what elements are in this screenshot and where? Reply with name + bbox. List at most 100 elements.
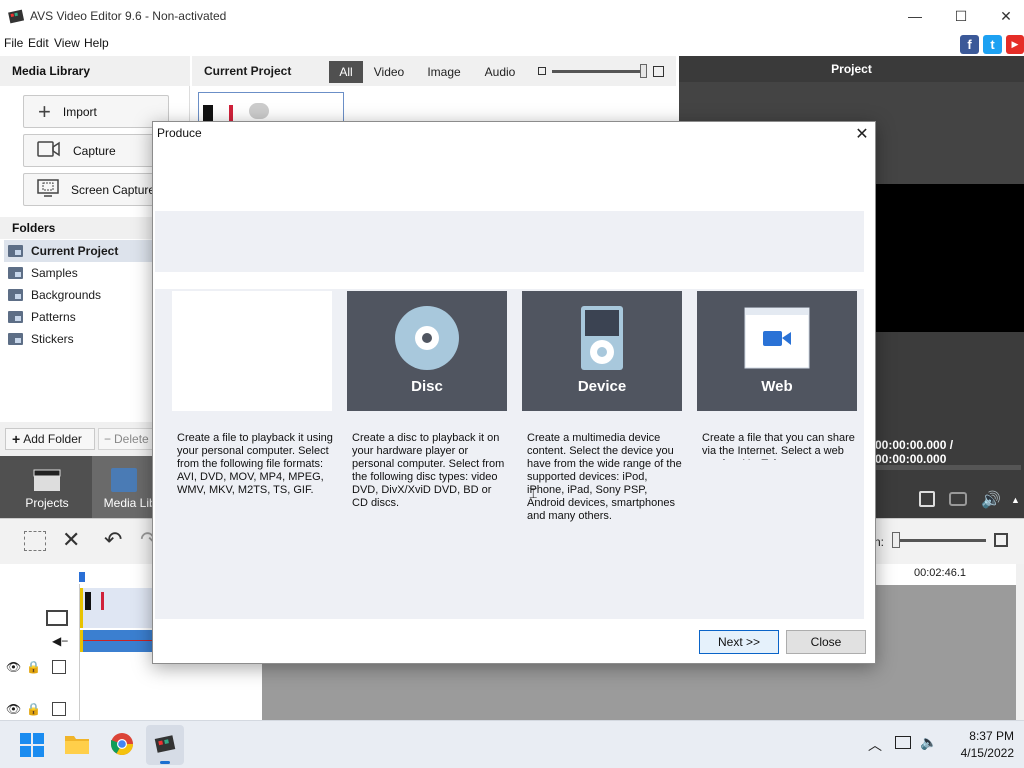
- volume-icon[interactable]: 🔊: [981, 490, 1001, 510]
- filter-tab-image[interactable]: Image: [422, 61, 466, 83]
- dialog-close-icon[interactable]: ✕: [851, 124, 873, 144]
- thumbnail-stripe: [229, 105, 233, 121]
- eye-icon[interactable]: 👁: [6, 660, 21, 674]
- import-button[interactable]: + Import: [23, 95, 169, 128]
- zoom-slider[interactable]: [896, 539, 986, 542]
- option-tile-device[interactable]: Device: [522, 291, 682, 411]
- audio-waveform: [83, 640, 153, 641]
- clip-stripe: [101, 592, 104, 610]
- thumb-large-icon[interactable]: [653, 66, 664, 77]
- thumbnail-size-slider[interactable]: [552, 70, 644, 73]
- close-window-button[interactable]: ✕: [983, 0, 1024, 32]
- maximize-button[interactable]: ☐: [938, 0, 984, 32]
- twitter-icon[interactable]: t: [983, 35, 1002, 54]
- menu-view[interactable]: View: [54, 36, 80, 50]
- folder-label: Patterns: [31, 310, 76, 324]
- capture-label: Capture: [73, 143, 116, 158]
- option-description-web: Create a file that you can share via the…: [702, 432, 855, 460]
- slider-handle[interactable]: [640, 64, 647, 78]
- delete-label: Delete: [114, 432, 149, 446]
- snapshot-icon[interactable]: [949, 492, 967, 506]
- filter-tab-video[interactable]: Video: [369, 61, 409, 83]
- audio-clip[interactable]: [80, 630, 153, 652]
- folder-backgrounds[interactable]: Backgrounds: [4, 284, 154, 306]
- filter-tab-all[interactable]: All: [329, 61, 363, 83]
- delete-folder-button[interactable]: − Delete: [98, 428, 158, 450]
- window-title: AVS Video Editor 9.6 - Non-activated: [30, 9, 227, 23]
- thumb-small-icon[interactable]: [538, 67, 546, 75]
- facebook-icon[interactable]: f: [960, 35, 979, 54]
- dialog-band-divider: [155, 272, 864, 289]
- filter-tab-audio[interactable]: Audio: [480, 61, 520, 83]
- zoom-slider-handle[interactable]: [892, 532, 900, 548]
- folder-label: Backgrounds: [31, 288, 102, 302]
- youtube-icon[interactable]: ▶: [1006, 35, 1024, 54]
- clock-time[interactable]: 8:37 PM: [950, 729, 1014, 743]
- folder-icon: [8, 333, 23, 345]
- volume-dropdown-icon[interactable]: ▲: [1011, 495, 1020, 505]
- option-description-disc: Create a disc to playback it on your har…: [352, 432, 505, 509]
- minimize-button[interactable]: —: [892, 0, 938, 32]
- clock-date[interactable]: 4/15/2022: [940, 746, 1014, 760]
- menu-edit[interactable]: Edit: [28, 36, 49, 50]
- option-description-device: Create a multimedia device content. Sele…: [527, 432, 682, 522]
- folder-current-project[interactable]: Current Project: [4, 240, 154, 262]
- fit-timeline-icon[interactable]: [994, 533, 1008, 547]
- overlay-track-icon: [52, 702, 66, 716]
- screen-capture-label: Screen Capture: [71, 182, 156, 197]
- screen-capture-icon: [37, 179, 59, 200]
- option-label-web: Web: [761, 378, 793, 395]
- windows-start-icon[interactable]: [20, 733, 44, 757]
- audio-track-icon[interactable]: ◀−: [52, 634, 68, 648]
- fullscreen-icon[interactable]: [919, 491, 935, 507]
- speaker-icon[interactable]: 🔈: [920, 734, 937, 751]
- preview-time: 00:00:00.000 / 00:00:00.000: [875, 438, 954, 466]
- nav-media-library[interactable]: Media Libra: [92, 456, 156, 518]
- lock-icon[interactable]: 🔒: [26, 660, 41, 674]
- menu-help[interactable]: Help: [84, 36, 109, 50]
- nav-media-library-label: Media Libra: [103, 496, 156, 510]
- folder-stickers[interactable]: Stickers: [4, 328, 154, 350]
- lock-icon-2[interactable]: 🔒: [26, 702, 41, 716]
- screen-capture-button[interactable]: Screen Capture: [23, 173, 169, 206]
- eye-icon-2[interactable]: 👁: [6, 702, 21, 716]
- folder-samples[interactable]: Samples: [4, 262, 154, 284]
- avs-taskbar-button[interactable]: [146, 725, 184, 765]
- camera-icon: [37, 141, 61, 160]
- folder-icon: [8, 245, 23, 257]
- folder-patterns[interactable]: Patterns: [4, 306, 154, 328]
- taskbar: ︿ 🔈 8:37 PM 4/15/2022: [0, 720, 1024, 768]
- option-tile-computer[interactable]: [172, 291, 332, 411]
- close-button[interactable]: Close: [786, 630, 866, 654]
- timeline-scrollbar[interactable]: [1016, 564, 1024, 720]
- menu-bar: File Edit View Help: [0, 32, 1024, 54]
- chrome-icon[interactable]: [110, 732, 134, 756]
- nav-projects[interactable]: Projects: [2, 456, 92, 518]
- capture-button[interactable]: Capture: [23, 134, 169, 167]
- mouse-cursor-icon: ⌶: [529, 485, 538, 501]
- option-tile-web[interactable]: Web: [697, 291, 857, 411]
- undo-icon[interactable]: ↶: [104, 527, 122, 553]
- project-clip-thumbnail[interactable]: [198, 92, 344, 122]
- title-bar: AVS Video Editor 9.6 - Non-activated — ☐…: [0, 0, 1024, 32]
- storyboard-icon[interactable]: [24, 531, 46, 551]
- folder-icon: [8, 289, 23, 301]
- next-button[interactable]: Next >>: [699, 630, 779, 654]
- video-clip[interactable]: [80, 588, 152, 628]
- clapperboard-icon: [33, 469, 61, 491]
- option-tile-disc[interactable]: Disc: [347, 291, 507, 411]
- option-label-device: Device: [577, 378, 627, 395]
- produce-dialog: Produce ✕ Disc Device Web Create a file …: [152, 121, 876, 664]
- menu-file[interactable]: File: [4, 36, 23, 50]
- network-icon[interactable]: [895, 736, 911, 749]
- file-explorer-icon[interactable]: [64, 733, 90, 755]
- preview-seek-bar[interactable]: [875, 465, 1021, 470]
- delete-icon[interactable]: ✕: [62, 527, 80, 553]
- track-headers: [0, 584, 80, 720]
- app-icon: [8, 8, 25, 24]
- chevron-up-icon[interactable]: ︿: [868, 735, 882, 755]
- playhead-marker[interactable]: [79, 572, 85, 582]
- option-description-computer: Create a file to playback it using your …: [177, 432, 333, 496]
- add-folder-button[interactable]: + Add Folder: [5, 428, 95, 450]
- folder-icon: [8, 311, 23, 323]
